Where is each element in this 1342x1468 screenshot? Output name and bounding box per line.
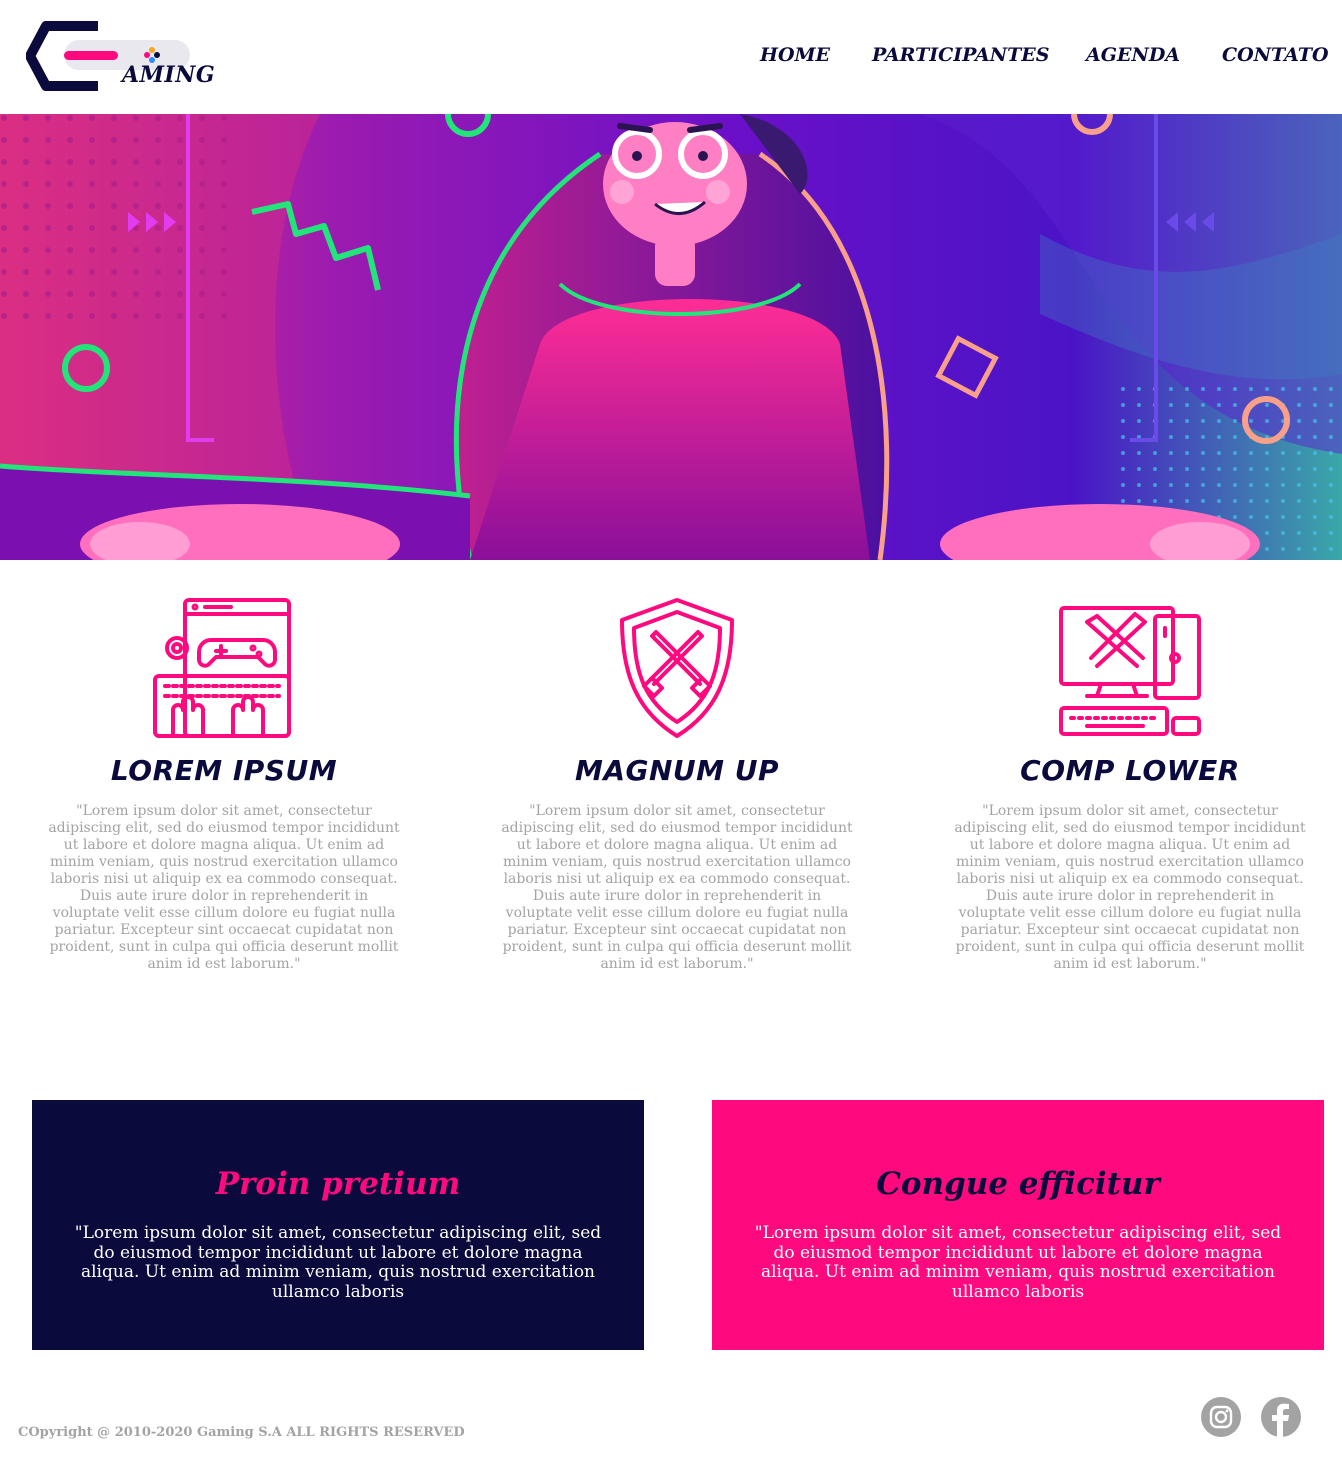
gamer-character-illustration xyxy=(0,114,1342,560)
card-proin-pretium: Proin pretium "Lorem ipsum dolor sit ame… xyxy=(32,1100,644,1350)
nav-agenda[interactable]: AGENDA xyxy=(1086,44,1180,66)
nav-contato[interactable]: CONTATO xyxy=(1222,44,1329,66)
copyright-text: COpyright @ 2010-2020 Gaming S.A ALL RIG… xyxy=(18,1425,465,1440)
feature-text: "Lorem ipsum dolor sit amet, consectetur… xyxy=(48,803,400,972)
feature-title: COMP LOWER xyxy=(1020,754,1240,787)
feature-comp-lower: COMP LOWER "Lorem ipsum dolor sit amet, … xyxy=(950,596,1310,973)
card-congue-efficitur: Congue efficitur "Lorem ipsum dolor sit … xyxy=(712,1100,1324,1350)
instagram-icon[interactable] xyxy=(1201,1397,1241,1437)
gaming-keyboard-controller-icon xyxy=(153,598,291,738)
main-nav: HOME PARTICIPANTES AGENDA CONTATO xyxy=(0,44,1342,72)
shield-swords-icon xyxy=(620,598,734,738)
card-title: Proin pretium xyxy=(215,1166,461,1202)
card-text: "Lorem ipsum dolor sit amet, consectetur… xyxy=(74,1223,602,1302)
computer-swords-icon xyxy=(1059,606,1201,736)
nav-participantes[interactable]: PARTICIPANTES xyxy=(872,44,1050,66)
card-title: Congue efficitur xyxy=(876,1166,1160,1202)
feature-text: "Lorem ipsum dolor sit amet, consectetur… xyxy=(501,803,853,972)
feature-title: LOREM IPSUM xyxy=(110,754,338,787)
card-text: "Lorem ipsum dolor sit amet, consectetur… xyxy=(754,1223,1282,1302)
hero-banner xyxy=(0,114,1342,560)
nav-home[interactable]: HOME xyxy=(760,44,830,66)
facebook-icon[interactable] xyxy=(1261,1397,1301,1437)
feature-text: "Lorem ipsum dolor sit amet, consectetur… xyxy=(954,803,1306,972)
feature-title: MAGNUM UP xyxy=(574,754,780,787)
site-header: AMING HOME PARTICIPANTES AGENDA CONTATO xyxy=(0,0,1342,114)
feature-lorem-ipsum: LOREM IPSUM "Lorem ipsum dolor sit amet,… xyxy=(44,596,404,973)
feature-magnum-up: MAGNUM UP "Lorem ipsum dolor sit amet, c… xyxy=(497,596,857,973)
